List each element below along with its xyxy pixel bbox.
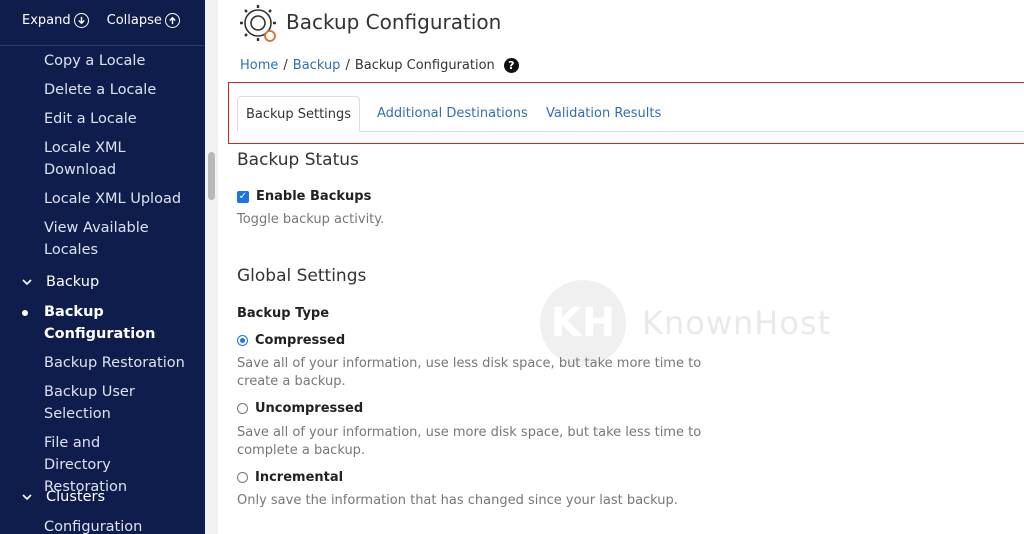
uncompressed-radio[interactable]	[237, 403, 248, 414]
breadcrumb-current: Backup Configuration	[354, 58, 495, 73]
sidebar-item-configuration[interactable]: Configuration	[44, 516, 194, 534]
collapse-button[interactable]: Collapse	[107, 13, 180, 28]
uncompressed-option[interactable]: Uncompressed	[237, 401, 363, 416]
sidebar-section-backup[interactable]: Backup	[22, 274, 99, 290]
sidebar-controls: Expand Collapse	[22, 13, 180, 28]
enable-backups-help: Toggle backup activity.	[237, 212, 385, 227]
page-title: Backup Configuration	[286, 10, 502, 34]
sidebar: Expand Collapse Copy a Locale Delete a L…	[0, 0, 205, 534]
sidebar-item-locale-xml-upload[interactable]: Locale XML Upload	[44, 188, 194, 210]
sidebar-item-backup-user-selection[interactable]: Backup User Selection	[44, 381, 144, 425]
sidebar-item-backup-configuration[interactable]: Backup Configuration	[44, 301, 156, 345]
incremental-label: Incremental	[255, 470, 344, 485]
breadcrumb-home-link[interactable]: Home	[240, 58, 278, 73]
active-bullet-icon	[22, 310, 28, 316]
compressed-radio[interactable]	[237, 335, 248, 346]
compressed-option[interactable]: Compressed	[237, 333, 345, 348]
sidebar-section-clusters[interactable]: Clusters	[22, 489, 105, 505]
expand-label: Expand	[22, 13, 71, 28]
sidebar-item-edit-locale[interactable]: Edit a Locale	[44, 108, 194, 130]
backup-status-heading: Backup Status	[237, 150, 359, 170]
breadcrumb-backup-link[interactable]: Backup	[293, 58, 341, 73]
incremental-option[interactable]: Incremental	[237, 470, 343, 485]
sidebar-item-copy-locale[interactable]: Copy a Locale	[44, 50, 194, 72]
sidebar-scrollbar-track[interactable]	[205, 0, 218, 534]
arrow-up-circle-icon	[164, 13, 180, 28]
chevron-down-icon	[22, 279, 32, 286]
sidebar-scrollbar-thumb[interactable]	[208, 152, 215, 200]
breadcrumb-separator: /	[345, 58, 350, 73]
breadcrumb-separator: /	[283, 58, 288, 73]
incremental-radio[interactable]	[237, 472, 248, 483]
expand-button[interactable]: Expand	[22, 13, 89, 28]
sidebar-section-label: Backup	[46, 274, 100, 290]
sidebar-item-view-available-locales[interactable]: View Available Locales	[44, 217, 154, 261]
collapse-label: Collapse	[106, 13, 162, 28]
chevron-down-icon	[22, 494, 32, 501]
enable-backups-label: Enable Backups	[256, 189, 372, 204]
breadcrumb: Home / Backup / Backup Configuration ?	[240, 58, 519, 73]
backup-type-label: Backup Type	[237, 306, 330, 321]
sidebar-item-locale-xml-download[interactable]: Locale XML Download	[44, 137, 154, 181]
sidebar-item-delete-locale[interactable]: Delete a Locale	[44, 79, 194, 101]
sidebar-item-backup-restoration[interactable]: Backup Restoration	[44, 352, 194, 374]
uncompressed-help: Save all of your information, use more d…	[237, 425, 702, 458]
enable-backups-row[interactable]: ✓ Enable Backups	[237, 189, 371, 204]
incremental-help: Only save the information that has chang…	[237, 493, 678, 508]
watermark-text: KnownHost	[642, 304, 832, 342]
arrow-down-circle-icon	[73, 13, 89, 28]
knownhost-logo: KH	[540, 280, 626, 366]
sidebar-section-label: Clusters	[46, 489, 106, 505]
global-settings-heading: Global Settings	[237, 266, 367, 286]
help-icon[interactable]: ?	[503, 58, 519, 73]
backup-gear-icon	[240, 5, 278, 49]
knownhost-watermark: KH KnownHost	[540, 280, 831, 366]
main-content: Backup Configuration Home / Backup / Bac…	[218, 0, 1024, 534]
tabs-highlight-box	[228, 82, 1024, 144]
enable-backups-checkbox[interactable]: ✓	[237, 190, 249, 203]
compressed-label: Compressed	[255, 333, 346, 348]
sidebar-divider	[0, 45, 205, 46]
uncompressed-label: Uncompressed	[255, 401, 364, 416]
